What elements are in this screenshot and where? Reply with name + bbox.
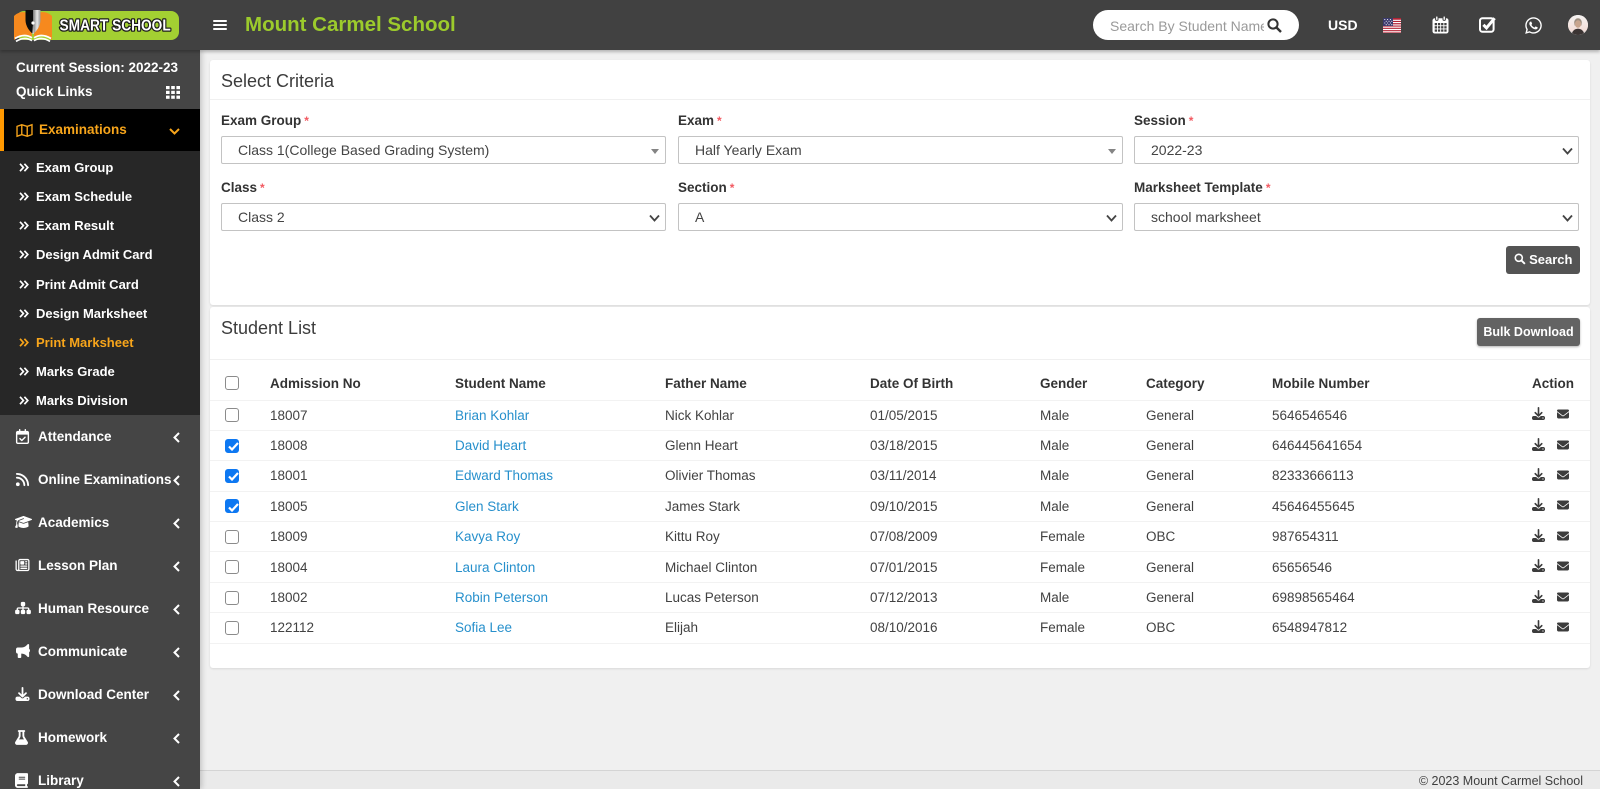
svg-text:SMART SCHOOL: SMART SCHOOL (60, 18, 171, 35)
